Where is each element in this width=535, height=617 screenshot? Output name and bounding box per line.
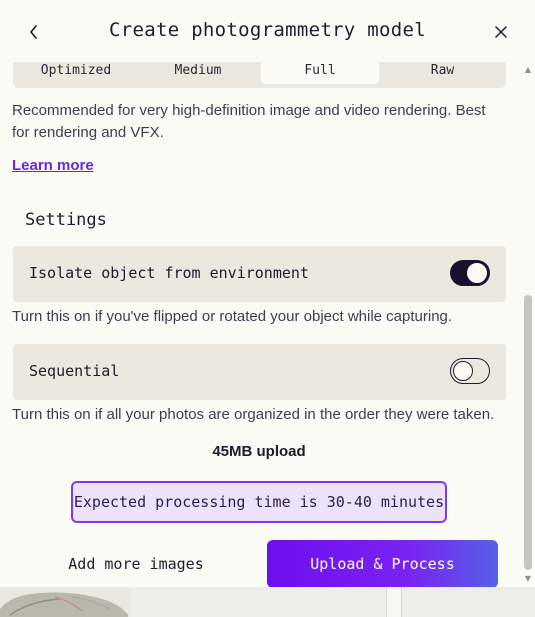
isolate-toggle[interactable]: [450, 260, 490, 286]
sequential-help-text: Turn this on if all your photos are orga…: [12, 406, 495, 423]
expected-time-banner: Expected processing time is 30-40 minute…: [71, 481, 447, 523]
scroll-down-arrow-icon[interactable]: ▼: [524, 575, 532, 583]
isolate-setting-card: Isolate object from environment: [13, 246, 506, 302]
scrollbar-thumb[interactable]: [524, 295, 532, 570]
learn-more-link[interactable]: Learn more: [12, 157, 94, 174]
close-button[interactable]: [489, 20, 513, 44]
upload-size: 45MB upload: [212, 443, 306, 460]
background-divider: [386, 587, 402, 617]
sequential-setting-card: Sequential: [13, 344, 506, 400]
toggle-knob: [467, 262, 487, 283]
sequential-toggle[interactable]: [450, 358, 490, 384]
isolate-setting-label: Isolate object from environment: [29, 264, 309, 282]
background-cap-image: [0, 587, 130, 617]
page-title: Create photogrammetry model: [109, 19, 426, 41]
expected-time-text: Expected processing time is 30-40 minute…: [73, 493, 445, 511]
close-icon: [495, 26, 507, 38]
upload-process-button[interactable]: Upload & Process: [267, 540, 498, 587]
sequential-setting-label: Sequential: [29, 362, 120, 380]
quality-description: Recommended for very high-definition ima…: [12, 102, 486, 141]
scroll-up-arrow-icon[interactable]: ▲: [524, 66, 532, 74]
add-more-images-button[interactable]: Add more images: [38, 541, 234, 587]
modal-header: Create photogrammetry model: [0, 0, 535, 62]
settings-heading: Settings: [25, 210, 107, 230]
toggle-knob: [452, 360, 473, 381]
isolate-help-text: Turn this on if you've flipped or rotate…: [12, 308, 453, 325]
modal-content: Optimized Medium Full Raw Recommended fo…: [0, 0, 520, 587]
